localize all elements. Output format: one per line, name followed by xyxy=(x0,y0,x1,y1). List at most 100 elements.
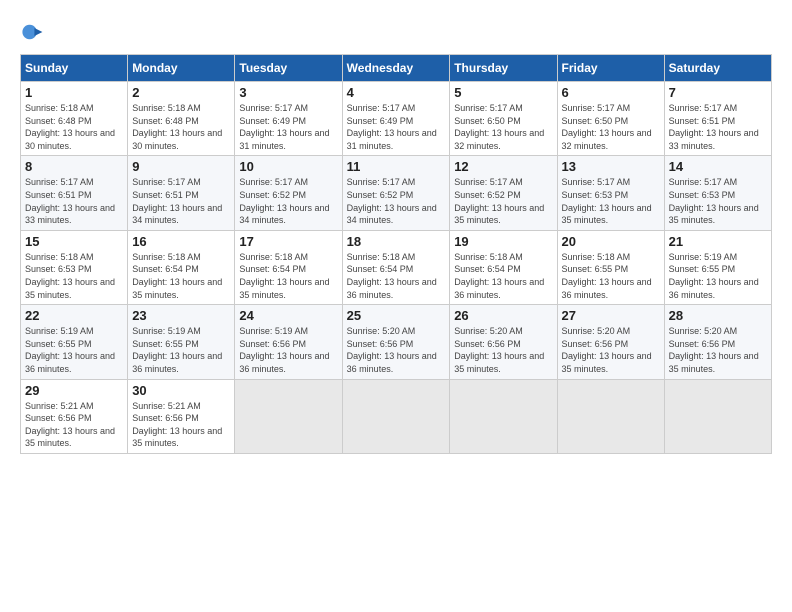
calendar-cell: 7 Sunrise: 5:17 AMSunset: 6:51 PMDayligh… xyxy=(664,82,771,156)
calendar-cell xyxy=(235,379,342,453)
calendar-cell: 18 Sunrise: 5:18 AMSunset: 6:54 PMDaylig… xyxy=(342,230,450,304)
column-header-friday: Friday xyxy=(557,55,664,82)
calendar-cell: 23 Sunrise: 5:19 AMSunset: 6:55 PMDaylig… xyxy=(128,305,235,379)
calendar-cell: 30 Sunrise: 5:21 AMSunset: 6:56 PMDaylig… xyxy=(128,379,235,453)
calendar-cell: 15 Sunrise: 5:18 AMSunset: 6:53 PMDaylig… xyxy=(21,230,128,304)
calendar-cell: 26 Sunrise: 5:20 AMSunset: 6:56 PMDaylig… xyxy=(450,305,557,379)
day-info: Sunrise: 5:17 AMSunset: 6:50 PMDaylight:… xyxy=(562,102,660,152)
calendar-cell: 16 Sunrise: 5:18 AMSunset: 6:54 PMDaylig… xyxy=(128,230,235,304)
header xyxy=(20,20,772,44)
day-number: 12 xyxy=(454,159,552,174)
day-number: 15 xyxy=(25,234,123,249)
day-number: 2 xyxy=(132,85,230,100)
calendar-cell: 6 Sunrise: 5:17 AMSunset: 6:50 PMDayligh… xyxy=(557,82,664,156)
day-info: Sunrise: 5:20 AMSunset: 6:56 PMDaylight:… xyxy=(454,325,552,375)
day-info: Sunrise: 5:18 AMSunset: 6:55 PMDaylight:… xyxy=(562,251,660,301)
day-info: Sunrise: 5:21 AMSunset: 6:56 PMDaylight:… xyxy=(25,400,123,450)
day-info: Sunrise: 5:17 AMSunset: 6:53 PMDaylight:… xyxy=(669,176,767,226)
calendar-cell: 10 Sunrise: 5:17 AMSunset: 6:52 PMDaylig… xyxy=(235,156,342,230)
day-number: 3 xyxy=(239,85,337,100)
calendar-header-row: SundayMondayTuesdayWednesdayThursdayFrid… xyxy=(21,55,772,82)
day-info: Sunrise: 5:19 AMSunset: 6:55 PMDaylight:… xyxy=(669,251,767,301)
day-info: Sunrise: 5:18 AMSunset: 6:54 PMDaylight:… xyxy=(239,251,337,301)
calendar-week-4: 22 Sunrise: 5:19 AMSunset: 6:55 PMDaylig… xyxy=(21,305,772,379)
day-info: Sunrise: 5:20 AMSunset: 6:56 PMDaylight:… xyxy=(347,325,446,375)
calendar-cell: 24 Sunrise: 5:19 AMSunset: 6:56 PMDaylig… xyxy=(235,305,342,379)
day-number: 18 xyxy=(347,234,446,249)
day-info: Sunrise: 5:17 AMSunset: 6:53 PMDaylight:… xyxy=(562,176,660,226)
column-header-monday: Monday xyxy=(128,55,235,82)
calendar-cell: 8 Sunrise: 5:17 AMSunset: 6:51 PMDayligh… xyxy=(21,156,128,230)
day-info: Sunrise: 5:17 AMSunset: 6:51 PMDaylight:… xyxy=(132,176,230,226)
day-info: Sunrise: 5:18 AMSunset: 6:48 PMDaylight:… xyxy=(132,102,230,152)
calendar-cell: 20 Sunrise: 5:18 AMSunset: 6:55 PMDaylig… xyxy=(557,230,664,304)
day-number: 5 xyxy=(454,85,552,100)
calendar-cell: 21 Sunrise: 5:19 AMSunset: 6:55 PMDaylig… xyxy=(664,230,771,304)
calendar-cell: 19 Sunrise: 5:18 AMSunset: 6:54 PMDaylig… xyxy=(450,230,557,304)
day-number: 30 xyxy=(132,383,230,398)
day-info: Sunrise: 5:19 AMSunset: 6:55 PMDaylight:… xyxy=(132,325,230,375)
calendar-week-1: 1 Sunrise: 5:18 AMSunset: 6:48 PMDayligh… xyxy=(21,82,772,156)
day-info: Sunrise: 5:17 AMSunset: 6:52 PMDaylight:… xyxy=(454,176,552,226)
calendar-cell: 13 Sunrise: 5:17 AMSunset: 6:53 PMDaylig… xyxy=(557,156,664,230)
day-number: 4 xyxy=(347,85,446,100)
day-info: Sunrise: 5:17 AMSunset: 6:52 PMDaylight:… xyxy=(239,176,337,226)
day-number: 29 xyxy=(25,383,123,398)
day-number: 7 xyxy=(669,85,767,100)
column-header-thursday: Thursday xyxy=(450,55,557,82)
day-number: 23 xyxy=(132,308,230,323)
day-number: 19 xyxy=(454,234,552,249)
calendar-cell: 2 Sunrise: 5:18 AMSunset: 6:48 PMDayligh… xyxy=(128,82,235,156)
day-number: 6 xyxy=(562,85,660,100)
calendar-week-5: 29 Sunrise: 5:21 AMSunset: 6:56 PMDaylig… xyxy=(21,379,772,453)
day-number: 9 xyxy=(132,159,230,174)
calendar-cell xyxy=(664,379,771,453)
day-number: 21 xyxy=(669,234,767,249)
day-info: Sunrise: 5:21 AMSunset: 6:56 PMDaylight:… xyxy=(132,400,230,450)
day-number: 13 xyxy=(562,159,660,174)
day-info: Sunrise: 5:17 AMSunset: 6:51 PMDaylight:… xyxy=(25,176,123,226)
day-number: 26 xyxy=(454,308,552,323)
day-info: Sunrise: 5:17 AMSunset: 6:49 PMDaylight:… xyxy=(347,102,446,152)
day-number: 17 xyxy=(239,234,337,249)
day-number: 28 xyxy=(669,308,767,323)
day-number: 27 xyxy=(562,308,660,323)
day-info: Sunrise: 5:20 AMSunset: 6:56 PMDaylight:… xyxy=(669,325,767,375)
day-info: Sunrise: 5:19 AMSunset: 6:55 PMDaylight:… xyxy=(25,325,123,375)
day-info: Sunrise: 5:17 AMSunset: 6:52 PMDaylight:… xyxy=(347,176,446,226)
calendar-table: SundayMondayTuesdayWednesdayThursdayFrid… xyxy=(20,54,772,454)
calendar-cell: 11 Sunrise: 5:17 AMSunset: 6:52 PMDaylig… xyxy=(342,156,450,230)
day-info: Sunrise: 5:17 AMSunset: 6:51 PMDaylight:… xyxy=(669,102,767,152)
day-info: Sunrise: 5:18 AMSunset: 6:54 PMDaylight:… xyxy=(132,251,230,301)
day-info: Sunrise: 5:18 AMSunset: 6:54 PMDaylight:… xyxy=(454,251,552,301)
calendar-cell: 14 Sunrise: 5:17 AMSunset: 6:53 PMDaylig… xyxy=(664,156,771,230)
day-info: Sunrise: 5:17 AMSunset: 6:50 PMDaylight:… xyxy=(454,102,552,152)
day-info: Sunrise: 5:18 AMSunset: 6:48 PMDaylight:… xyxy=(25,102,123,152)
calendar-cell: 17 Sunrise: 5:18 AMSunset: 6:54 PMDaylig… xyxy=(235,230,342,304)
column-header-saturday: Saturday xyxy=(664,55,771,82)
logo-icon xyxy=(20,20,44,44)
column-header-wednesday: Wednesday xyxy=(342,55,450,82)
day-info: Sunrise: 5:18 AMSunset: 6:53 PMDaylight:… xyxy=(25,251,123,301)
calendar-cell: 29 Sunrise: 5:21 AMSunset: 6:56 PMDaylig… xyxy=(21,379,128,453)
day-number: 24 xyxy=(239,308,337,323)
calendar-cell: 28 Sunrise: 5:20 AMSunset: 6:56 PMDaylig… xyxy=(664,305,771,379)
day-number: 8 xyxy=(25,159,123,174)
calendar-cell: 25 Sunrise: 5:20 AMSunset: 6:56 PMDaylig… xyxy=(342,305,450,379)
day-number: 11 xyxy=(347,159,446,174)
day-info: Sunrise: 5:18 AMSunset: 6:54 PMDaylight:… xyxy=(347,251,446,301)
calendar-cell: 3 Sunrise: 5:17 AMSunset: 6:49 PMDayligh… xyxy=(235,82,342,156)
column-header-sunday: Sunday xyxy=(21,55,128,82)
day-number: 20 xyxy=(562,234,660,249)
calendar-cell: 9 Sunrise: 5:17 AMSunset: 6:51 PMDayligh… xyxy=(128,156,235,230)
calendar-cell: 12 Sunrise: 5:17 AMSunset: 6:52 PMDaylig… xyxy=(450,156,557,230)
calendar-cell: 1 Sunrise: 5:18 AMSunset: 6:48 PMDayligh… xyxy=(21,82,128,156)
calendar-cell xyxy=(557,379,664,453)
calendar-cell: 27 Sunrise: 5:20 AMSunset: 6:56 PMDaylig… xyxy=(557,305,664,379)
calendar-cell xyxy=(450,379,557,453)
calendar-week-3: 15 Sunrise: 5:18 AMSunset: 6:53 PMDaylig… xyxy=(21,230,772,304)
day-info: Sunrise: 5:19 AMSunset: 6:56 PMDaylight:… xyxy=(239,325,337,375)
day-number: 25 xyxy=(347,308,446,323)
calendar-week-2: 8 Sunrise: 5:17 AMSunset: 6:51 PMDayligh… xyxy=(21,156,772,230)
day-number: 1 xyxy=(25,85,123,100)
